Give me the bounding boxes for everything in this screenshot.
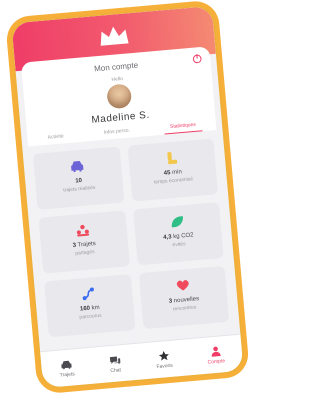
avatar[interactable] xyxy=(105,83,132,110)
nav-label: Favoris xyxy=(156,362,174,370)
profile-card: Mon compte Hello Madeline S. Activité In… xyxy=(20,46,217,147)
stat-card-distance: 160 km parcourus xyxy=(44,274,136,338)
stat-card-trips: 10 trajets réalisés xyxy=(32,146,124,210)
leaf-icon xyxy=(171,216,183,228)
nav-label: Trajets xyxy=(59,370,76,379)
nav-compte[interactable]: Compte xyxy=(206,345,225,365)
phone-mockup: Mon compte Hello Madeline S. Activité In… xyxy=(4,0,251,395)
tab-statistiques[interactable]: Statistiques xyxy=(170,122,197,133)
stat-card-time: 45 min temps économisé xyxy=(127,138,219,202)
chat-icon xyxy=(109,356,120,364)
stat-card-meetings: 3 nouvelles rencontres xyxy=(138,265,230,330)
heart-icon xyxy=(176,280,189,291)
power-icon[interactable] xyxy=(192,53,203,64)
tab-infos[interactable]: Infos perso. xyxy=(104,128,131,139)
stat-card-co2: 4,3 kg CO2 évités xyxy=(132,202,224,266)
stats-grid: 10 trajets réalisés 45 min temps économi… xyxy=(32,138,230,338)
car-icon xyxy=(61,360,72,369)
car-icon xyxy=(71,161,84,173)
tab-activite[interactable]: Activité xyxy=(47,133,64,143)
bottom-nav: Trajets Chat Favoris Compte xyxy=(40,333,244,389)
route-icon xyxy=(82,287,95,301)
nav-favoris[interactable]: Favoris xyxy=(155,349,174,370)
nav-chat[interactable]: Chat xyxy=(108,354,122,374)
stage: Mon compte Hello Madeline S. Activité In… xyxy=(0,0,253,400)
account-icon xyxy=(211,346,221,357)
person-icon xyxy=(167,152,177,165)
nav-trajets[interactable]: Trajets xyxy=(58,358,75,378)
group-icon xyxy=(77,224,90,237)
stat-card-shared: 3 Trajets partagés xyxy=(38,210,130,274)
star-icon xyxy=(158,350,169,361)
nav-label: Chat xyxy=(110,366,122,374)
phone-screen: Mon compte Hello Madeline S. Activité In… xyxy=(9,3,246,391)
crown-icon xyxy=(100,26,129,46)
nav-label: Compte xyxy=(207,357,226,366)
